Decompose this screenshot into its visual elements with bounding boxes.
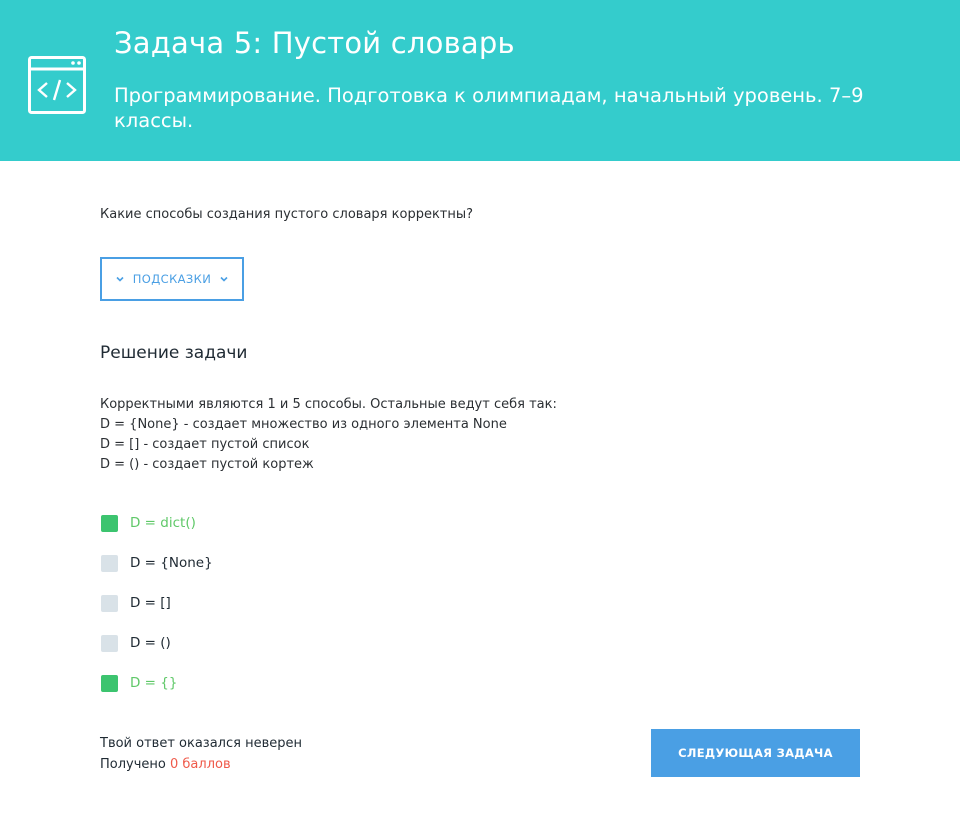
answer-option[interactable]: D = {} — [101, 663, 213, 703]
checkbox[interactable] — [101, 514, 118, 532]
chevron-down-icon — [116, 276, 124, 282]
result-summary: Твой ответ оказался неверен Получено 0 б… — [100, 733, 302, 775]
next-task-button[interactable]: СЛЕДУЮЩАЯ ЗАДАЧА — [651, 729, 860, 777]
code-window-icon — [28, 56, 86, 114]
chevron-down-icon — [220, 276, 228, 282]
answer-option-label: D = dict() — [130, 515, 196, 531]
question-text: Какие способы создания пустого словаря к… — [100, 207, 474, 222]
result-message: Твой ответ оказался неверен — [100, 736, 302, 751]
answer-options: D = dict() D = {None} D = [] D = () D = … — [101, 503, 213, 703]
checkbox[interactable] — [101, 594, 118, 612]
answer-option-label: D = {None} — [130, 555, 213, 571]
checkbox[interactable] — [101, 674, 118, 692]
page-title: Задача 5: Пустой словарь — [114, 26, 515, 60]
solution-line: D = [] - создает пустой список — [100, 437, 310, 452]
checkbox[interactable] — [101, 634, 118, 652]
answer-option[interactable]: D = [] — [101, 583, 213, 623]
score-line: Получено 0 баллов — [100, 754, 302, 775]
score-value: 0 баллов — [170, 757, 231, 772]
answer-option-label: D = [] — [130, 595, 171, 611]
solution-line: D = () - создает пустой кортеж — [100, 457, 314, 472]
solution-line: Корректными являются 1 и 5 способы. Оста… — [100, 397, 557, 412]
answer-option-label: D = {} — [130, 675, 178, 691]
solution-line: D = {None} - создает множество из одного… — [100, 417, 507, 432]
answer-option[interactable]: D = {None} — [101, 543, 213, 583]
answer-option[interactable]: D = () — [101, 623, 213, 663]
task-header: Задача 5: Пустой словарь Программировани… — [0, 0, 960, 161]
answer-option[interactable]: D = dict() — [101, 503, 213, 543]
score-prefix: Получено — [100, 757, 166, 772]
course-subtitle: Программирование. Подготовка к олимпиада… — [114, 84, 864, 132]
solution-heading: Решение задачи — [100, 343, 248, 363]
hints-label: ПОДСКАЗКИ — [132, 272, 212, 286]
hints-button[interactable]: ПОДСКАЗКИ — [100, 257, 244, 301]
solution-text: Корректными являются 1 и 5 способы. Оста… — [100, 395, 800, 475]
checkbox[interactable] — [101, 554, 118, 572]
answer-option-label: D = () — [130, 635, 171, 651]
